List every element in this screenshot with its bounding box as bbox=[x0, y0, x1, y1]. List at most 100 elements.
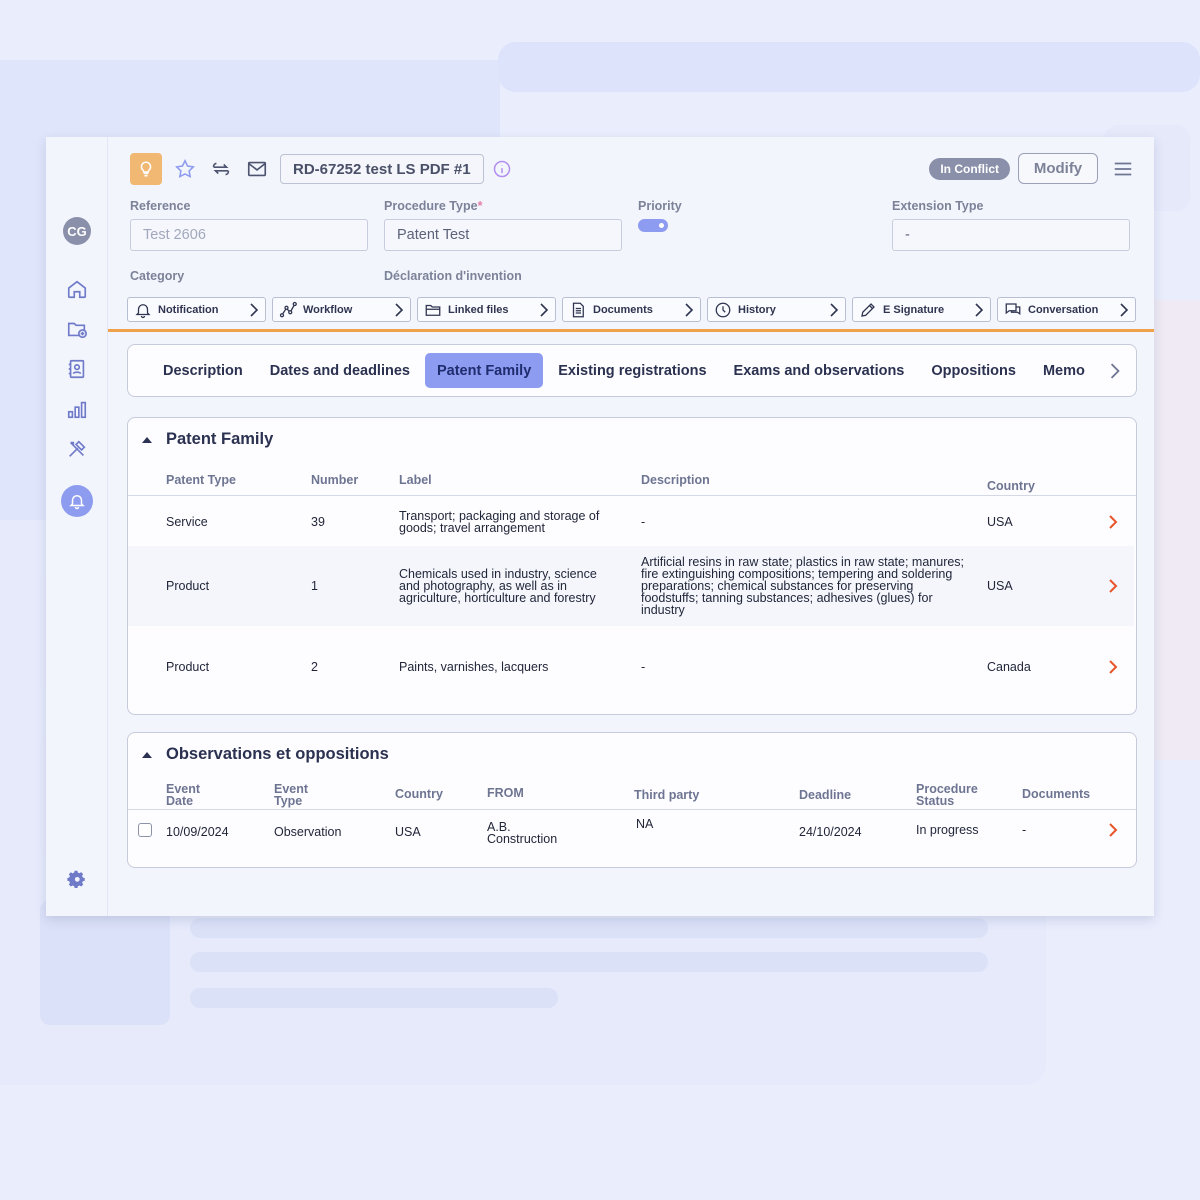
tab-oppositions[interactable]: Oppositions bbox=[919, 353, 1028, 388]
declaration-label: Déclaration d'invention bbox=[384, 269, 522, 283]
notifications-bell-icon[interactable] bbox=[61, 485, 93, 517]
tools-icon[interactable] bbox=[63, 435, 91, 463]
cell-documents: - bbox=[1022, 823, 1027, 837]
column-header: Deadline bbox=[799, 788, 852, 802]
tab-description[interactable]: Description bbox=[151, 353, 255, 388]
table-row[interactable]: Product 2 Paints, varnishes, lacquers - … bbox=[128, 626, 1134, 708]
cell-number: 2 bbox=[311, 660, 318, 674]
shortcut-label: Workflow bbox=[303, 303, 353, 316]
card-title: Patent Family bbox=[166, 430, 274, 448]
column-header: Country bbox=[395, 787, 443, 801]
chevron-right-icon bbox=[250, 302, 259, 317]
shortcut-history[interactable]: History bbox=[707, 297, 846, 322]
chevron-right-icon[interactable] bbox=[1108, 822, 1118, 838]
priority-field: Priority bbox=[638, 199, 876, 232]
workflow-icon bbox=[279, 301, 297, 317]
table-row[interactable]: 10/09/2024 Observation USA A.B. Construc… bbox=[128, 810, 1134, 866]
observations-header[interactable]: Observations et oppositions bbox=[142, 745, 389, 764]
header-actions: In Conflict Modify bbox=[929, 153, 1134, 184]
chevron-right-icon bbox=[830, 302, 839, 317]
column-header: Patent Type bbox=[166, 473, 236, 487]
cell-deadline: 24/10/2024 bbox=[799, 825, 862, 839]
shortcut-label: History bbox=[738, 303, 776, 316]
shortcut-linked-files[interactable]: Linked files bbox=[417, 297, 556, 322]
status-badge: In Conflict bbox=[929, 157, 1010, 180]
modify-button[interactable]: Modify bbox=[1018, 153, 1098, 184]
cell-country: USA bbox=[987, 515, 1013, 529]
chevron-right-icon[interactable] bbox=[1108, 514, 1118, 530]
home-icon[interactable] bbox=[63, 275, 91, 303]
table-row[interactable]: Product 1 Chemicals used in industry, sc… bbox=[128, 546, 1134, 626]
chat-icon bbox=[1005, 302, 1021, 315]
tab-patent-family[interactable]: Patent Family bbox=[424, 353, 544, 388]
column-header: Procedure Status bbox=[916, 782, 978, 808]
cell-from: A.B. Construction bbox=[487, 820, 558, 846]
cell-number: 39 bbox=[311, 515, 325, 529]
tab-bar: Description Dates and deadlines Patent F… bbox=[127, 344, 1137, 397]
chart-icon[interactable] bbox=[63, 395, 91, 423]
star-icon[interactable] bbox=[172, 156, 198, 182]
background-panel bbox=[498, 42, 1200, 92]
tab-exams-and-observations[interactable]: Exams and observations bbox=[722, 353, 917, 388]
observations-card: Observations et oppositions Event Date E… bbox=[127, 732, 1137, 868]
mail-icon[interactable] bbox=[244, 156, 270, 182]
shortcut-label: E Signature bbox=[883, 303, 945, 316]
row-checkbox[interactable] bbox=[138, 823, 152, 837]
tab-existing-registrations[interactable]: Existing registrations bbox=[546, 353, 718, 388]
chevron-right-icon[interactable] bbox=[1108, 362, 1122, 379]
procedure-type-field: Procedure Type* Patent Test bbox=[384, 199, 622, 251]
column-header: Documents bbox=[1022, 787, 1091, 801]
reference-input[interactable]: Test 2606 bbox=[130, 219, 368, 251]
cell-event-type: Observation bbox=[274, 825, 342, 839]
caret-up-icon bbox=[142, 751, 152, 758]
cell-country: USA bbox=[395, 825, 421, 839]
tab-memo[interactable]: Memo bbox=[1031, 353, 1097, 388]
priority-toggle[interactable] bbox=[638, 219, 668, 232]
chevron-right-icon[interactable] bbox=[1108, 578, 1118, 594]
cell-description: Artificial resins in raw state; plastics… bbox=[641, 555, 965, 617]
shortcut-e-signature[interactable]: E Signature bbox=[852, 297, 991, 322]
cell-country: USA bbox=[987, 579, 1013, 593]
reference-label: Reference bbox=[130, 199, 191, 213]
tab-dates-and-deadlines[interactable]: Dates and deadlines bbox=[258, 353, 422, 388]
procedure-type-input[interactable]: Patent Test bbox=[384, 219, 622, 251]
info-icon[interactable] bbox=[492, 159, 512, 179]
sync-icon[interactable] bbox=[208, 156, 234, 182]
background-line bbox=[190, 918, 988, 938]
shortcut-label: Notification bbox=[158, 303, 219, 316]
shortcut-workflow[interactable]: Workflow bbox=[272, 297, 411, 322]
declaration-field: Déclaration d'invention bbox=[384, 269, 622, 289]
patent-family-header[interactable]: Patent Family bbox=[142, 430, 273, 449]
shortcut-conversation[interactable]: Conversation bbox=[997, 297, 1136, 322]
shortcut-notification[interactable]: Notification bbox=[127, 297, 266, 322]
avatar[interactable]: CG bbox=[63, 217, 91, 245]
column-header: Third party bbox=[634, 788, 700, 802]
reference-field: Reference Test 2606 bbox=[130, 199, 368, 251]
patent-family-card: Patent Family Patent Type Number Label D… bbox=[127, 417, 1137, 715]
pen-icon bbox=[861, 302, 875, 317]
shortcut-documents[interactable]: Documents bbox=[562, 297, 701, 322]
settings-gear-icon[interactable] bbox=[63, 866, 91, 894]
hamburger-menu-icon[interactable] bbox=[1112, 158, 1134, 180]
category-field: Category bbox=[130, 269, 368, 289]
folder-icon bbox=[425, 304, 441, 316]
cell-patent-type: Service bbox=[166, 515, 208, 529]
extension-type-input[interactable]: - bbox=[892, 219, 1130, 251]
required-mark: * bbox=[477, 199, 483, 213]
cell-description: - bbox=[641, 660, 646, 674]
sidebar-rail: CG bbox=[46, 137, 108, 916]
chevron-right-icon[interactable] bbox=[1108, 659, 1118, 675]
app-window: CG RD-67252 test LS PDF #1 In Conflict M… bbox=[46, 137, 1154, 916]
cell-patent-type: Product bbox=[166, 579, 210, 593]
reference-chip[interactable]: RD-67252 test LS PDF #1 bbox=[280, 154, 484, 184]
procedure-type-label: Procedure Type* bbox=[384, 199, 483, 213]
cell-description: - bbox=[641, 515, 646, 529]
cell-third-party: NA bbox=[636, 817, 654, 831]
table-row[interactable]: Service 39 Transport; packaging and stor… bbox=[128, 496, 1134, 546]
cell-label: Chemicals used in industry, science and … bbox=[399, 567, 597, 605]
contacts-icon[interactable] bbox=[63, 355, 91, 383]
add-folder-icon[interactable] bbox=[63, 315, 91, 343]
shortcut-label: Documents bbox=[593, 303, 653, 316]
shortcut-label: Linked files bbox=[448, 303, 509, 316]
chevron-right-icon bbox=[975, 302, 984, 317]
